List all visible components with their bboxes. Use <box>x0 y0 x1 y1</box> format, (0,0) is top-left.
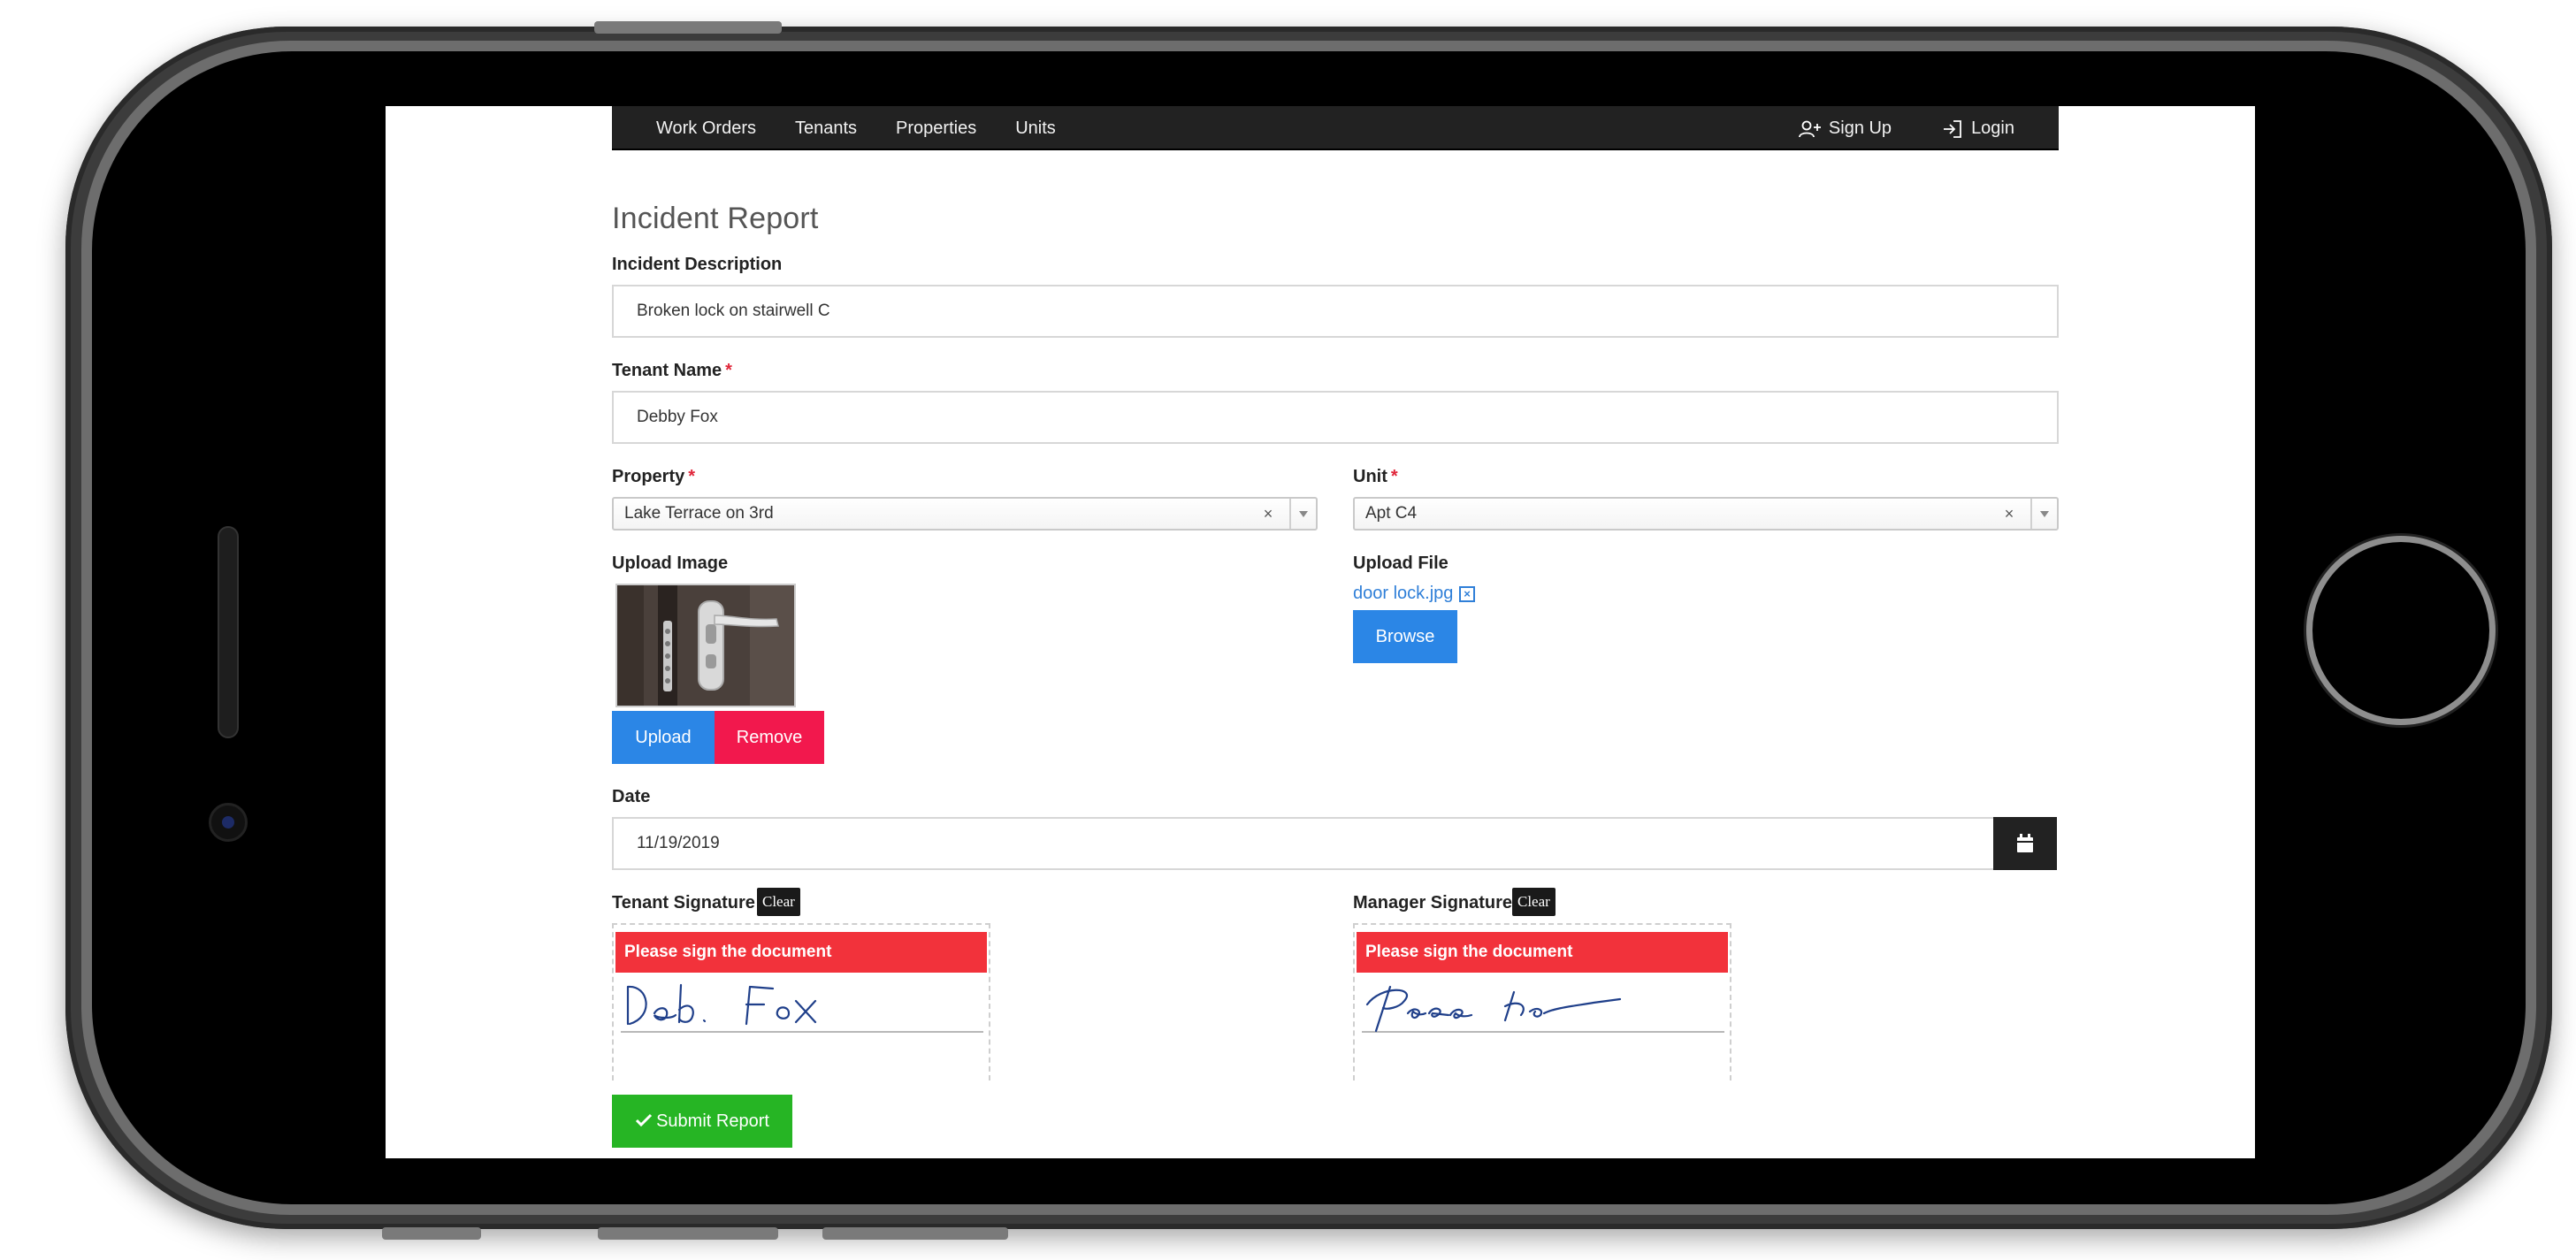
remove-file-icon[interactable]: × <box>1459 586 1475 602</box>
user-plus-icon <box>1799 120 1821 137</box>
nav-tenants[interactable]: Tenants <box>795 118 857 139</box>
unit-label-text: Unit <box>1353 467 1387 486</box>
unit-selected-value: Apt C4 <box>1365 504 1418 523</box>
upload-file-label: Upload File <box>1353 554 1449 573</box>
submit-report-label: Submit Report <box>656 1111 769 1131</box>
tenant-signature-alert: Please sign the document <box>615 932 987 973</box>
signup-label: Sign Up <box>1828 118 1892 138</box>
app-screen: Work Orders Tenants Properties Units Sig… <box>386 106 2255 1158</box>
manager-signature-alert: Please sign the document <box>1357 932 1728 973</box>
description-label: Incident Description <box>612 255 783 274</box>
tenant-signature-label: Tenant Signature <box>612 893 755 913</box>
date-label: Date <box>612 787 651 806</box>
manager-signature-clear-button[interactable]: Clear <box>1512 888 1556 916</box>
nav-work-orders[interactable]: Work Orders <box>656 118 756 139</box>
uploaded-file-link[interactable]: door lock.jpg <box>1353 584 1453 604</box>
phone-home-button[interactable] <box>2306 536 2496 725</box>
chevron-down-icon[interactable] <box>1289 499 1316 529</box>
browse-button[interactable]: Browse <box>1353 610 1457 663</box>
phone-mute-switch <box>382 1227 481 1240</box>
manager-signature-pad[interactable]: Please sign the document <box>1353 923 1731 1081</box>
calendar-icon <box>2017 834 2033 852</box>
upload-image-label: Upload Image <box>612 554 729 573</box>
page-title: Incident Report <box>612 202 819 235</box>
unit-select[interactable]: Apt C4 × <box>1353 497 2059 531</box>
remove-button[interactable]: Remove <box>715 711 824 764</box>
property-selected-value: Lake Terrace on 3rd <box>624 504 774 523</box>
door-lock-image <box>617 585 794 706</box>
date-picker-button[interactable] <box>1993 817 2057 870</box>
phone-speaker <box>218 526 239 738</box>
property-clear-icon[interactable]: × <box>1259 499 1277 529</box>
unit-label: Unit * <box>1353 467 1398 487</box>
required-marker: * <box>688 467 696 486</box>
tenant-name-input[interactable]: Debby Fox <box>612 391 2059 444</box>
chevron-down-icon[interactable] <box>2030 499 2057 529</box>
property-select[interactable]: Lake Terrace on 3rd × <box>612 497 1318 531</box>
phone-volume-down-button <box>822 1227 1008 1240</box>
unit-clear-icon[interactable]: × <box>2000 499 2018 529</box>
uploaded-image-preview <box>615 584 796 707</box>
date-input[interactable]: 11/19/2019 <box>612 817 1995 870</box>
manager-signature-label: Manager Signature <box>1353 893 1513 913</box>
top-navbar: Work Orders Tenants Properties Units Sig… <box>612 106 2059 150</box>
tenant-name-label-text: Tenant Name <box>612 361 722 380</box>
required-marker: * <box>1390 467 1398 486</box>
manager-signature-drawing <box>1365 985 1622 1033</box>
login-link[interactable]: Login <box>1941 118 2014 139</box>
check-icon <box>636 1113 653 1127</box>
sign-in-icon <box>1944 119 1961 138</box>
nav-account: Sign Up Login <box>1749 118 2014 139</box>
nav-properties[interactable]: Properties <box>896 118 976 139</box>
tenant-signature-clear-button[interactable]: Clear <box>757 888 800 916</box>
property-label-text: Property <box>612 467 685 486</box>
tenant-name-label: Tenant Name * <box>612 361 732 381</box>
phone-volume-up-button <box>598 1227 778 1240</box>
nav-links: Work Orders Tenants Properties Units <box>656 118 1095 139</box>
description-input[interactable]: Broken lock on stairwell C <box>612 285 2059 338</box>
property-label: Property * <box>612 467 695 487</box>
signup-link[interactable]: Sign Up <box>1799 118 1892 139</box>
tenant-signature-drawing <box>626 983 817 1026</box>
nav-units[interactable]: Units <box>1015 118 1056 139</box>
submit-report-button[interactable]: Submit Report <box>612 1095 792 1148</box>
phone-power-button <box>594 21 782 34</box>
phone-camera <box>209 803 248 842</box>
tenant-signature-pad[interactable]: Please sign the document <box>612 923 990 1081</box>
upload-button[interactable]: Upload <box>612 711 715 764</box>
login-label: Login <box>1971 118 2014 138</box>
required-marker: * <box>725 361 732 380</box>
